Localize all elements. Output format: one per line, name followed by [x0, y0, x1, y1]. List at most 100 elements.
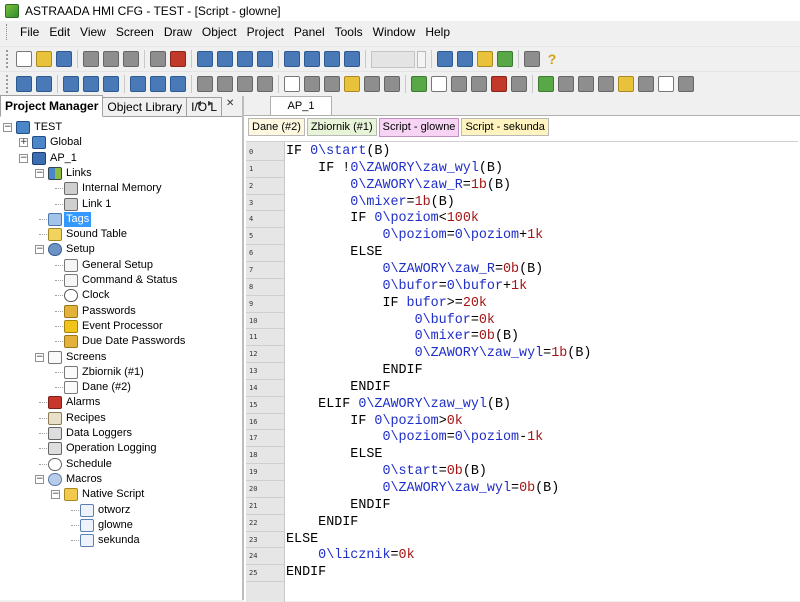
group-icon[interactable]	[170, 76, 186, 92]
zoom-in-icon[interactable]	[284, 51, 300, 67]
knob-icon[interactable]	[578, 76, 594, 92]
menu-view[interactable]: View	[75, 21, 111, 43]
tree-item-macros[interactable]: − Macros	[0, 472, 240, 487]
code-line[interactable]: ELIF 0\ZAWORY\zaw_wyl(B)	[286, 396, 511, 413]
script-editor[interactable]: 0 1 2 3 4 5 6 7 8 9 10 11 12 13 14 15 16 17 18 19 20 21 22 23 24…	[246, 141, 798, 602]
button-icon[interactable]	[304, 76, 320, 92]
tree-item-passwords[interactable]: Passwords	[0, 304, 240, 319]
slider-icon[interactable]	[558, 76, 574, 92]
alarm-icon[interactable]	[491, 76, 507, 92]
menu-screen[interactable]: Screen	[111, 21, 159, 43]
tree-item-recipes[interactable]: Recipes	[0, 411, 240, 426]
lamp-icon[interactable]	[344, 76, 360, 92]
collapse-icon[interactable]: −	[19, 153, 28, 163]
script-tab-zbiornik-1[interactable]: Zbiornik (#1)	[306, 118, 377, 136]
panel-tab-project-manager[interactable]: Project Manager	[0, 95, 104, 117]
video-icon[interactable]	[678, 76, 694, 92]
collapse-icon[interactable]: −	[35, 474, 44, 484]
menu-window[interactable]: Window	[368, 21, 421, 43]
save-icon[interactable]	[56, 51, 72, 67]
collapse-icon[interactable]: −	[3, 123, 12, 132]
bar-icon[interactable]	[364, 76, 380, 92]
code-line[interactable]: ELSE	[286, 244, 382, 261]
tree-item-sound-table[interactable]: Sound Table	[0, 227, 240, 242]
menu-help[interactable]: Help	[420, 21, 455, 43]
zoom-out-icon[interactable]	[304, 51, 320, 67]
panel-close-icon[interactable]: ✕	[226, 98, 234, 109]
menu-tools[interactable]: Tools	[330, 21, 368, 43]
new-file-icon[interactable]	[16, 51, 32, 67]
code-line[interactable]: 0\bufor=0\bufor+1k	[286, 278, 527, 295]
tree-item-internal-memory[interactable]: Internal Memory	[0, 181, 240, 196]
script-tab-script-glowne[interactable]: Script - glowne	[378, 118, 460, 137]
tree-item-zbiornik-1[interactable]: Zbiornik (#1)	[0, 365, 240, 380]
code-line[interactable]: ENDIF	[286, 514, 358, 531]
bitmap-icon[interactable]	[431, 76, 447, 92]
tree-item-screens[interactable]: − Screens	[0, 350, 240, 365]
tree-item-due-date-passwords[interactable]: Due Date Passwords	[0, 334, 240, 349]
toolbar-grip[interactable]	[6, 50, 11, 68]
script-tab-script-sekunda[interactable]: Script - sekunda	[461, 118, 549, 136]
download-icon[interactable]	[437, 51, 453, 67]
tree-item-otworz[interactable]: otworz	[0, 503, 240, 518]
menu-edit[interactable]: Edit	[44, 21, 75, 43]
cut-icon[interactable]	[83, 51, 99, 67]
code-line[interactable]: 0\mixer=0b(B)	[286, 328, 519, 345]
menu-object[interactable]: Object	[197, 21, 242, 43]
panel-scroll-right-icon[interactable]: ▸	[208, 98, 213, 109]
redo-icon[interactable]	[170, 51, 186, 67]
expand-icon[interactable]: +	[19, 138, 28, 148]
table-icon[interactable]	[598, 76, 614, 92]
tree-item-setup[interactable]: − Setup	[0, 242, 240, 257]
zoom-combo[interactable]	[371, 50, 415, 68]
code-line[interactable]: IF bufor>=20k	[286, 295, 486, 312]
gauge-icon[interactable]	[384, 76, 400, 92]
polygon-icon[interactable]	[257, 76, 273, 92]
note-icon[interactable]	[618, 76, 634, 92]
tree-item-operation-logging[interactable]: Operation Logging	[0, 441, 240, 456]
tree-item-link-1[interactable]: Link 1	[0, 197, 240, 212]
tree-item-glowne[interactable]: glowne	[0, 518, 240, 533]
line-icon[interactable]	[197, 76, 213, 92]
tree-item-tags[interactable]: Tags	[0, 211, 240, 227]
help-icon[interactable]: ?	[544, 51, 560, 67]
code-line[interactable]: 0\ZAWORY\zaw_R=1b(B)	[286, 177, 511, 194]
code-line[interactable]: IF !0\ZAWORY\zaw_wyl(B)	[286, 160, 503, 177]
hand-icon[interactable]	[344, 51, 360, 67]
grid-icon[interactable]	[130, 76, 146, 92]
screen-add-icon[interactable]	[197, 51, 213, 67]
code-line[interactable]: 0\mixer=1b(B)	[286, 194, 454, 211]
italic-icon[interactable]	[36, 76, 52, 92]
tree-item-general-setup[interactable]: General Setup	[0, 258, 240, 273]
tree-item-alarms[interactable]: Alarms	[0, 395, 240, 410]
screen-copy-icon[interactable]	[237, 51, 253, 67]
code-line[interactable]: 0\bufor=0k	[286, 312, 495, 329]
code-line[interactable]: IF 0\poziom<100k	[286, 210, 479, 227]
screen-icon[interactable]	[217, 51, 233, 67]
code-line[interactable]: 0\poziom=0\poziom-1k	[286, 429, 543, 446]
simulate-icon[interactable]	[497, 51, 513, 67]
text-icon[interactable]	[284, 76, 300, 92]
script-tab-dane-2[interactable]: Dane (#2)	[248, 118, 305, 136]
trend-icon[interactable]	[411, 76, 427, 92]
tree-item-dane-2[interactable]: Dane (#2)	[0, 380, 240, 395]
code-line[interactable]: 0\ZAWORY\zaw_wyl=0b(B)	[286, 480, 559, 497]
chart-icon[interactable]	[538, 76, 554, 92]
tree-item-test[interactable]: − TEST	[0, 120, 240, 135]
menu-project[interactable]: Project	[242, 21, 289, 43]
collapse-icon[interactable]: −	[35, 168, 44, 178]
numeric-icon[interactable]	[451, 76, 467, 92]
ellipse-icon[interactable]	[237, 76, 253, 92]
code-line[interactable]: ENDIF	[286, 497, 390, 514]
tree-item-ap-1[interactable]: − AP_1	[0, 151, 240, 166]
ascii-icon[interactable]	[471, 76, 487, 92]
tree-item-event-processor[interactable]: Event Processor	[0, 319, 240, 334]
copy-icon[interactable]	[103, 51, 119, 67]
paste-icon[interactable]	[123, 51, 139, 67]
tree-item-links[interactable]: − Links	[0, 166, 240, 181]
tree-item-native-script[interactable]: − Native Script	[0, 487, 240, 502]
rect-icon[interactable]	[217, 76, 233, 92]
upload-icon[interactable]	[457, 51, 473, 67]
collapse-icon[interactable]: −	[35, 352, 44, 362]
tree-item-clock[interactable]: Clock	[0, 288, 240, 303]
